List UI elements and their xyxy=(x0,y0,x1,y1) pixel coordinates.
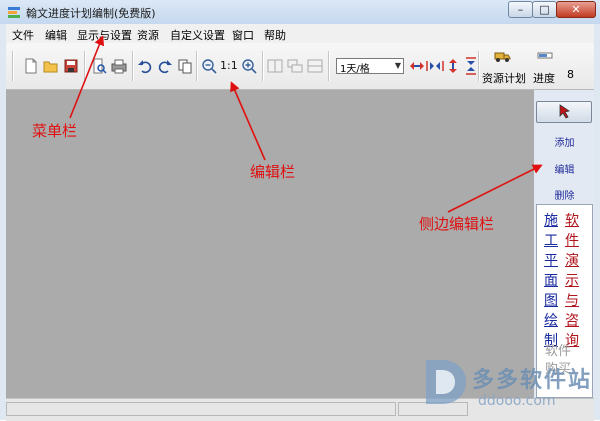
watermark-url: ddooo.com xyxy=(478,393,556,409)
side-panel-arrow xyxy=(447,164,543,213)
watermark-brand: 多多软件站 xyxy=(472,368,593,393)
watermark-logo xyxy=(426,360,466,404)
toolbar-arrow xyxy=(230,81,266,161)
annotation-arrows xyxy=(69,35,543,213)
menubar-arrow xyxy=(69,35,105,119)
edit-toolbar-annotation: 编辑栏 xyxy=(250,163,296,181)
side-edit-bar-annotation: 侧边编辑栏 xyxy=(419,215,495,233)
menubar-annotation: 菜单栏 xyxy=(32,122,78,140)
